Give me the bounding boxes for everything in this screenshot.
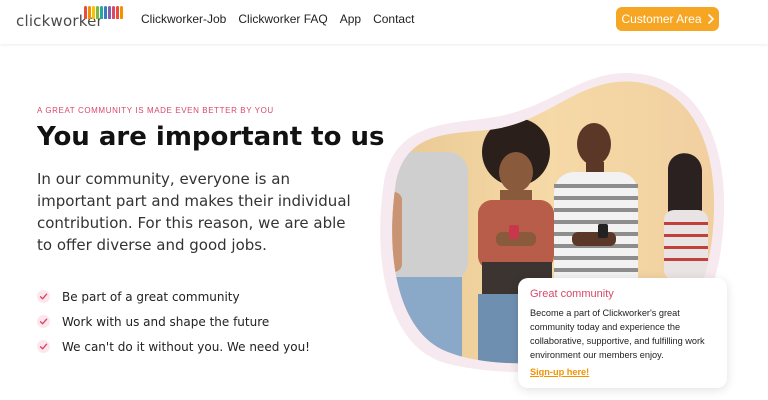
check-icon xyxy=(37,340,50,353)
nav-app[interactable]: App xyxy=(340,12,361,26)
clickworker-logo[interactable]: clickworker xyxy=(16,6,123,32)
community-card: Great community Become a part of Clickwo… xyxy=(518,278,727,388)
benefit-text: Be part of a great community xyxy=(62,289,240,304)
benefit-text: Work with us and shape the future xyxy=(62,314,270,329)
logo-people-icon xyxy=(84,6,123,19)
hero-lead: In our community, everyone is an importa… xyxy=(37,170,351,254)
hero-eyebrow: A GREAT COMMUNITY IS MADE EVEN BETTER BY… xyxy=(37,106,274,115)
list-item: Be part of a great community xyxy=(37,284,310,309)
benefit-text: We can't do it without you. We need you! xyxy=(62,339,310,354)
nav-clickworker-faq[interactable]: Clickworker FAQ xyxy=(238,12,327,26)
card-title: Great community xyxy=(530,288,614,300)
nav-contact[interactable]: Contact xyxy=(373,12,414,26)
hero-headline: You are important to us xyxy=(37,122,385,152)
chevron-right-icon xyxy=(707,14,714,24)
site-header: clickworker Clickworker-Job Clickworker … xyxy=(0,0,768,44)
list-item: We can't do it without you. We need you! xyxy=(37,334,310,359)
main-nav: Clickworker-Job Clickworker FAQ App Cont… xyxy=(141,12,414,26)
signup-link[interactable]: Sign-up here! xyxy=(530,367,589,377)
customer-area-label: Customer Area xyxy=(621,12,702,26)
list-item: Work with us and shape the future xyxy=(37,309,310,334)
card-body: Become a part of Clickworker's great com… xyxy=(530,308,705,360)
check-icon xyxy=(37,315,50,328)
nav-clickworker-job[interactable]: Clickworker-Job xyxy=(141,12,226,26)
check-icon xyxy=(37,290,50,303)
benefits-list: Be part of a great community Work with u… xyxy=(37,284,310,359)
customer-area-button[interactable]: Customer Area xyxy=(616,7,719,31)
